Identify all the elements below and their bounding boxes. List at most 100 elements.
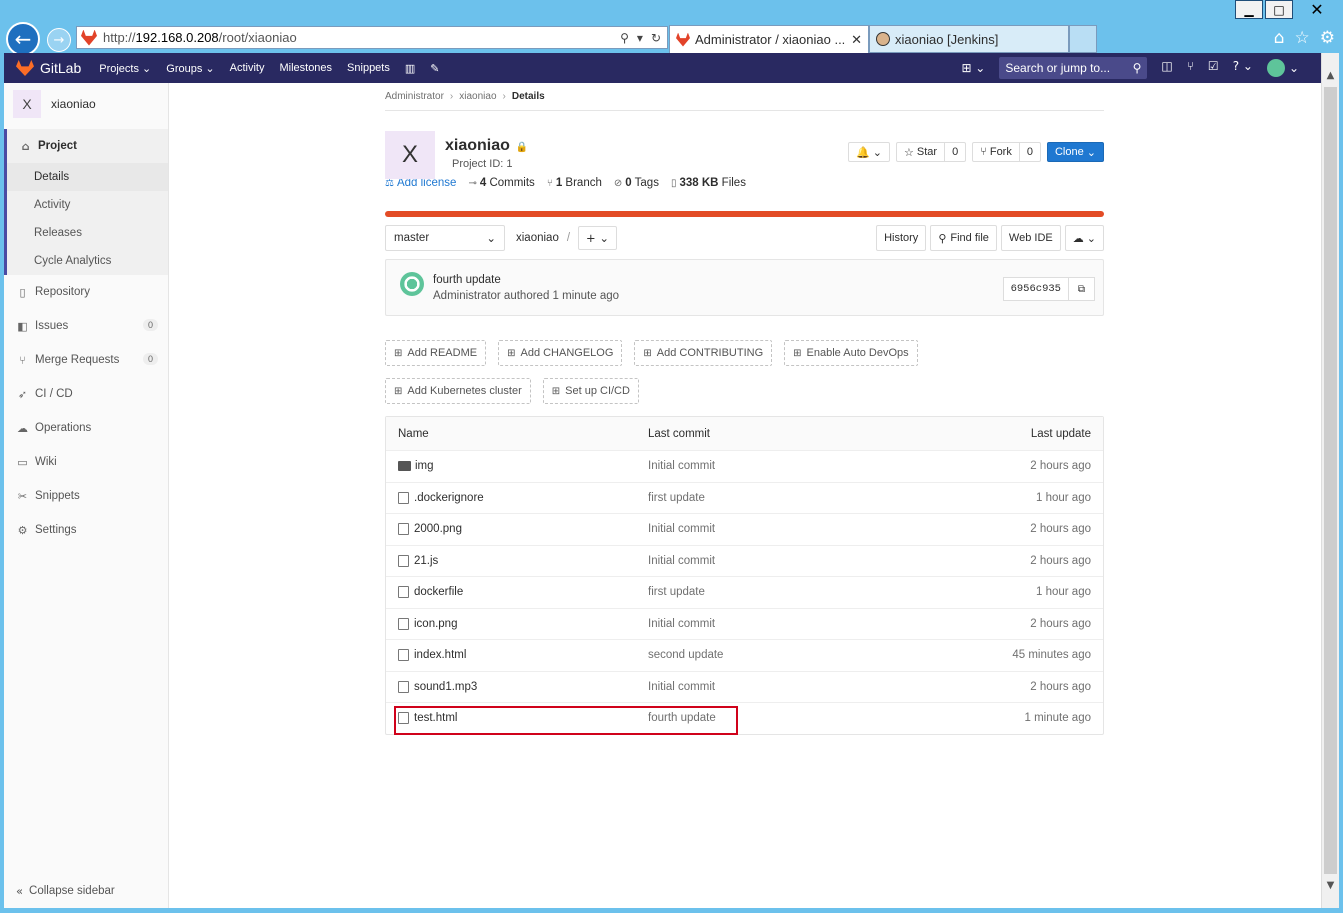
nav-snippets[interactable]: Snippets: [347, 62, 390, 74]
file-name-link[interactable]: test.html: [414, 712, 457, 724]
download-button[interactable]: ☁ ⌄: [1064, 225, 1104, 251]
add-readme-button[interactable]: ⊞ Add README: [385, 340, 487, 366]
fork-button[interactable]: ⑂ Fork 0: [972, 142, 1041, 162]
search-icon[interactable]: ⚲: [620, 31, 629, 45]
nav-milestones[interactable]: Milestones: [279, 62, 332, 74]
star-button[interactable]: ☆ Star 0: [895, 142, 967, 162]
table-row[interactable]: 21.js Initial commit 2 hours ago: [386, 544, 1103, 577]
scroll-up-icon[interactable]: ▲: [1322, 67, 1339, 84]
breadcrumb-item[interactable]: xiaoniao: [459, 91, 496, 102]
close-window-button[interactable]: ✕: [1295, 0, 1339, 19]
sidebar-item-issues[interactable]: ◧ Issues 0: [4, 309, 168, 343]
scroll-down-icon[interactable]: ▼: [1322, 877, 1339, 894]
commit-sha[interactable]: 6956c935: [1002, 277, 1069, 301]
home-icon[interactable]: ⌂: [1274, 28, 1285, 48]
commit-message-link[interactable]: second update: [636, 649, 936, 661]
settings-gear-icon[interactable]: ⚙: [1320, 28, 1335, 48]
favorites-star-icon[interactable]: ☆: [1295, 28, 1310, 48]
refresh-icon[interactable]: ↻: [651, 31, 661, 45]
history-button[interactable]: History: [876, 225, 927, 251]
address-bar[interactable]: http://192.168.0.208/root/xiaoniao ⚲ ▾ ↻: [76, 26, 668, 49]
table-row[interactable]: test.html fourth update 1 minute ago: [386, 702, 1103, 735]
user-menu[interactable]: ⌄: [1266, 59, 1299, 77]
commit-message-link[interactable]: Initial commit: [636, 523, 936, 535]
commit-message-link[interactable]: Initial commit: [636, 618, 936, 630]
minimize-button[interactable]: ▁: [1235, 0, 1263, 19]
commit-message-link[interactable]: first update: [636, 586, 936, 598]
sidebar-item-releases[interactable]: Releases: [7, 219, 168, 247]
commit-message-link[interactable]: fourth update: [636, 712, 936, 724]
copy-icon[interactable]: ⧉: [1069, 277, 1095, 301]
new-tab-button[interactable]: [1069, 25, 1097, 53]
find-file-button[interactable]: ⚲ Find file: [930, 225, 997, 251]
notification-button[interactable]: 🔔 ⌄: [847, 142, 890, 162]
add-contributing-button[interactable]: ⊞ Add CONTRIBUTING: [634, 340, 773, 366]
help-icon[interactable]: ? ⌄: [1233, 59, 1253, 77]
table-row[interactable]: img Initial commit 2 hours ago: [386, 450, 1103, 482]
add-kubernetes-cluster-button[interactable]: ⊞ Add Kubernetes cluster: [385, 378, 531, 404]
sidebar-item-project[interactable]: ⌂ Project: [7, 129, 168, 163]
sidebar-item-activity[interactable]: Activity: [7, 191, 168, 219]
wrench-icon[interactable]: ✎: [430, 62, 439, 75]
table-row[interactable]: icon.png Initial commit 2 hours ago: [386, 607, 1103, 640]
commit-message-link[interactable]: Initial commit: [636, 681, 936, 693]
commit-message-link[interactable]: Initial commit: [636, 555, 936, 567]
sidebar-project-header[interactable]: X xiaoniao: [4, 83, 168, 125]
table-row[interactable]: .dockerignore first update 1 hour ago: [386, 481, 1103, 514]
sidebar-item-operations[interactable]: ☁ Operations: [4, 411, 168, 445]
forward-button[interactable]: →: [47, 28, 71, 52]
scrollbar-thumb[interactable]: [1324, 87, 1337, 874]
tab-jenkins[interactable]: xiaoniao [Jenkins]: [869, 25, 1069, 53]
file-name-link[interactable]: .dockerignore: [414, 492, 484, 504]
commit-message-link[interactable]: Initial commit: [636, 460, 936, 472]
star-count[interactable]: 0: [944, 143, 958, 161]
file-name-link[interactable]: 21.js: [414, 555, 438, 567]
enable-auto-devops-button[interactable]: ⊞ Enable Auto DevOps: [784, 340, 918, 366]
nav-activity[interactable]: Activity: [230, 62, 265, 74]
sidebar-item-repository[interactable]: ▯ Repository: [4, 275, 168, 309]
nav-projects[interactable]: Projects ⌄: [99, 62, 151, 75]
dropdown-chevron-icon[interactable]: ▾: [637, 31, 643, 45]
file-name-link[interactable]: img: [415, 460, 434, 472]
sidebar-item-wiki[interactable]: ▭ Wiki: [4, 445, 168, 479]
back-button[interactable]: ←: [6, 22, 40, 56]
clone-button[interactable]: Clone ⌄: [1046, 142, 1104, 162]
sidebar-item-ci-cd[interactable]: ➶ CI / CD: [4, 377, 168, 411]
file-name-link[interactable]: 2000.png: [414, 523, 462, 535]
add-changelog-button[interactable]: ⊞ Add CHANGELOG: [498, 340, 623, 366]
branch-select[interactable]: master ⌄: [385, 225, 505, 251]
fork-count[interactable]: 0: [1018, 143, 1033, 161]
sidebar-item-merge-requests[interactable]: ⑂ Merge Requests 0: [4, 343, 168, 377]
breadcrumb-item[interactable]: Administrator: [385, 91, 444, 102]
page-scrollbar[interactable]: ▲ ▼: [1321, 53, 1339, 908]
nav-groups[interactable]: Groups ⌄: [166, 62, 214, 75]
maximize-button[interactable]: □: [1265, 0, 1293, 19]
gitlab-logo[interactable]: GitLab: [16, 60, 81, 76]
collapse-sidebar-button[interactable]: « Collapse sidebar: [16, 884, 115, 898]
table-row[interactable]: index.html second update 45 minutes ago: [386, 639, 1103, 671]
commit-message-link[interactable]: first update: [636, 492, 936, 504]
file-name-link[interactable]: dockerfile: [414, 586, 463, 598]
sidebar-item-details[interactable]: Details: [7, 163, 168, 191]
search-input[interactable]: Search or jump to... ⚲: [999, 57, 1148, 79]
web-ide-button[interactable]: Web IDE: [1000, 225, 1061, 251]
file-name-link[interactable]: icon.png: [414, 618, 457, 630]
table-row[interactable]: 2000.png Initial commit 2 hours ago: [386, 513, 1103, 545]
chart-icon[interactable]: ▥: [405, 62, 415, 75]
sidebar-item-cycle-analytics[interactable]: Cycle Analytics: [7, 247, 168, 275]
file-name-link[interactable]: index.html: [414, 649, 466, 661]
sidebar-item-snippets[interactable]: ✂ Snippets: [4, 479, 168, 513]
table-row[interactable]: dockerfile first update 1 hour ago: [386, 576, 1103, 608]
table-row[interactable]: sound1.mp3 Initial commit 2 hours ago: [386, 670, 1103, 703]
new-dropdown-button[interactable]: ⊞ ⌄: [961, 61, 985, 75]
tab-gitlab[interactable]: Administrator / xiaoniao ... ✕: [669, 25, 869, 53]
close-tab-icon[interactable]: ✕: [851, 32, 862, 48]
sidebar-item-settings[interactable]: ⚙ Settings: [4, 513, 168, 547]
issues-check-icon[interactable]: ☑: [1208, 59, 1219, 77]
merge-request-icon[interactable]: ⑂: [1187, 59, 1194, 77]
file-name-link[interactable]: sound1.mp3: [414, 681, 477, 693]
setup-ci-cd-button[interactable]: ⊞ Set up CI/CD: [542, 378, 639, 404]
todo-icon[interactable]: ◫: [1161, 59, 1172, 77]
commit-title[interactable]: fourth update: [433, 274, 501, 286]
add-file-dropdown[interactable]: + ⌄: [578, 226, 617, 250]
